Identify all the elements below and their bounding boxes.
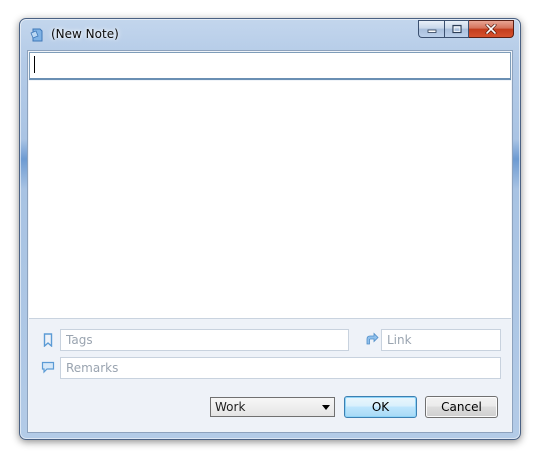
note-icon[interactable] <box>30 28 44 42</box>
window-title: (New Note) <box>51 27 119 41</box>
tags-input[interactable] <box>60 329 349 351</box>
chevron-down-icon <box>322 405 330 410</box>
bookmark-icon <box>42 333 54 348</box>
speech-bubble-icon <box>41 361 55 375</box>
ok-button[interactable]: OK <box>344 396 417 418</box>
link-input[interactable] <box>381 329 501 351</box>
note-title-input[interactable] <box>29 52 511 80</box>
close-icon <box>485 24 497 34</box>
maximize-icon <box>451 24 462 34</box>
note-editor: Work OK Cancel <box>27 50 513 433</box>
text-caret <box>34 56 35 73</box>
cancel-button[interactable]: Cancel <box>425 396 498 418</box>
minimize-icon <box>427 29 436 33</box>
caption-buttons <box>418 20 514 38</box>
remarks-input[interactable] <box>60 357 501 379</box>
title-bar[interactable]: (New Note) <box>20 19 520 51</box>
close-button[interactable] <box>469 20 514 38</box>
note-properties-panel: Work OK Cancel <box>29 319 511 432</box>
minimize-button[interactable] <box>418 20 444 38</box>
maximize-button[interactable] <box>444 20 469 38</box>
note-window: (New Note) Tags Link Remarks Work OK Can… <box>19 18 521 440</box>
category-dropdown[interactable]: Work <box>210 397 335 417</box>
note-body-textarea[interactable] <box>29 81 511 319</box>
link-arrow-icon <box>365 332 379 346</box>
category-selected: Work <box>215 400 246 414</box>
